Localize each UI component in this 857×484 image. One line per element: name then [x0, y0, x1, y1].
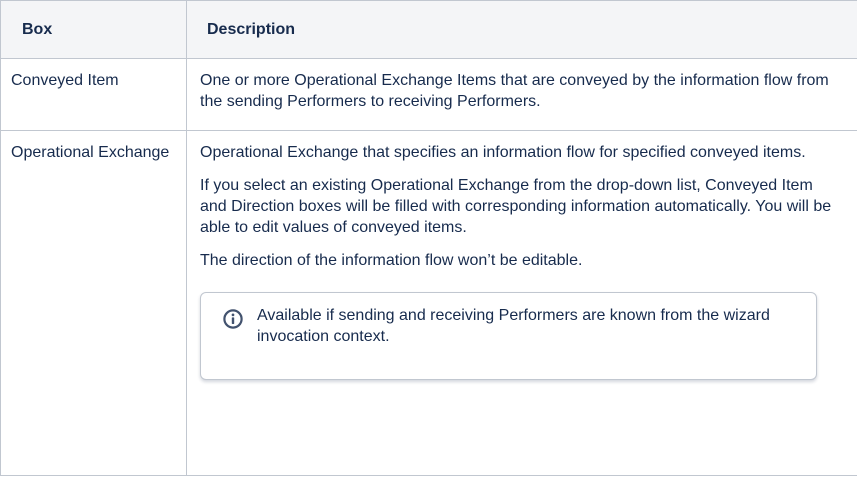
- description-paragraph: The direction of the information flow wo…: [200, 252, 583, 269]
- box-description-table-wrapper: Box Description Conveyed Item One or mor…: [0, 0, 857, 484]
- table-header-row: Box Description: [0, 0, 857, 59]
- column-header-description: Description: [186, 0, 857, 59]
- box-cell-conveyed-item: Conveyed Item: [0, 58, 187, 131]
- info-icon: [223, 309, 243, 329]
- description-paragraph: If you select an existing Operational Ex…: [200, 177, 832, 236]
- column-header-box: Box: [0, 0, 187, 59]
- box-description-table: Box Description Conveyed Item One or mor…: [0, 0, 857, 476]
- info-panel-text: Available if sending and receiving Perfo…: [257, 307, 770, 345]
- description-cell: Operational Exchange that specifies an i…: [186, 130, 857, 476]
- description-paragraph: One or more Operational Exchange Items t…: [200, 72, 829, 110]
- box-cell-operational-exchange: Operational Exchange: [0, 130, 187, 476]
- table-row: Conveyed Item One or more Operational Ex…: [0, 58, 857, 131]
- info-panel: Available if sending and receiving Perfo…: [200, 292, 817, 380]
- description-cell: One or more Operational Exchange Items t…: [186, 58, 857, 131]
- table-row: Operational Exchange Operational Exchang…: [0, 130, 857, 476]
- description-paragraph: Operational Exchange that specifies an i…: [200, 144, 806, 161]
